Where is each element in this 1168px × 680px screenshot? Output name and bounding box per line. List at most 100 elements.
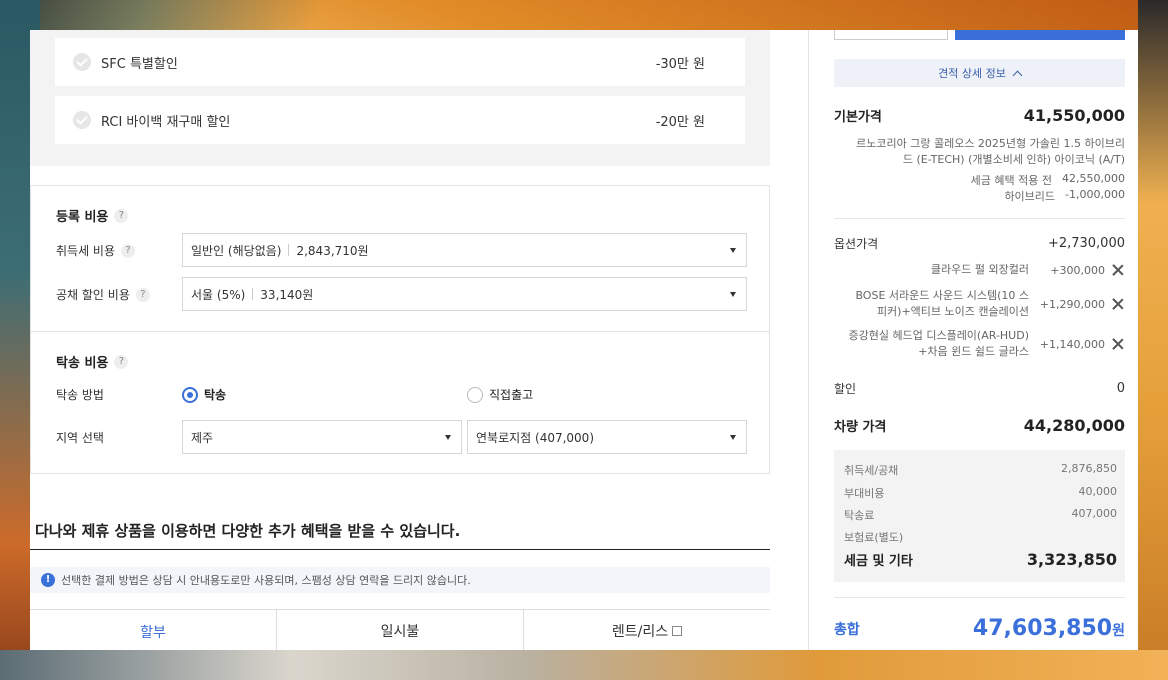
option-price-value: +2,730,000 (1047, 236, 1125, 251)
check-icon[interactable] (73, 53, 91, 71)
tax-row: 취득세/공채 2,876,850 (844, 462, 1117, 478)
discount-row: 할인 0 (834, 380, 1125, 397)
tax-total-row: 세금 및 기타 3,323,850 (844, 550, 1117, 569)
section-title-text: 탁송 비용 (56, 356, 109, 371)
section-title-text: 등록 비용 (56, 210, 109, 225)
select-value: 연북로지점 (407,000) (476, 430, 595, 445)
background-right-edge (1138, 0, 1168, 680)
option-name-line: BOSE 서라운드 사운드 시스템(10 스 (855, 289, 1029, 302)
detail-toggle[interactable]: 견적 상세 정보 (834, 59, 1125, 87)
divider (252, 288, 254, 300)
discount-item-sfc[interactable]: SFC 특별할인 -30만 원 (55, 38, 745, 86)
radio-pickup[interactable]: 직접출고 (467, 386, 533, 403)
delivery-title: 탁송 비용 ? (56, 352, 129, 371)
discount-item-rci[interactable]: RCI 바이백 재구매 할인 -20만 원 (55, 96, 745, 144)
base-price-label: 기본가격 (834, 110, 882, 125)
option-price-label: 옵션가격 (834, 237, 879, 251)
region-select[interactable]: 제주 (182, 420, 462, 454)
quote-summary: 견적 상세 정보 기본가격 41,550,000 르노코리아 그랑 콜레오스 2… (834, 30, 1125, 650)
tax-breakdown: 취득세/공채 2,876,850 부대비용 40,000 탁송료 407,000… (834, 450, 1125, 582)
hybrid-value: -1,000,000 (1065, 188, 1125, 201)
acq-tax-label: 취득세 비용 ? (56, 242, 136, 259)
tax-row: 탁송료 407,000 (844, 507, 1117, 523)
help-icon[interactable]: ? (121, 243, 136, 258)
hybrid-row: 하이브리드 -1,000,000 (1004, 188, 1125, 204)
tax-row: 부대비용 40,000 (844, 485, 1117, 501)
bond-select[interactable]: 서울 (5%) 33,140원 (182, 277, 747, 311)
secondary-button[interactable] (834, 30, 948, 40)
partner-heading: 다나와 제휴 상품을 이용하면 다양한 추가 혜택을 받을 수 있습니다. (35, 522, 461, 540)
heading-divider (30, 549, 770, 550)
option-name-line: 피커)+액티브 노이즈 캔슬레이션 (876, 305, 1029, 318)
help-icon[interactable]: ? (135, 287, 150, 302)
radio-label: 직접출고 (489, 388, 534, 402)
options-column: SFC 특별할인 -30만 원 RCI 바이백 재구매 할인 -20만 원 등록… (30, 30, 770, 650)
radio-icon[interactable] (467, 386, 483, 403)
option-item: BOSE 서라운드 사운드 시스템(10 스 피커)+액티브 노이즈 캔슬레이션… (834, 288, 1125, 320)
tab-lump-sum[interactable]: 일시불 (276, 610, 523, 650)
discount-amount: -30만 원 (655, 56, 705, 72)
option-name-line: +차음 윈드 쉴드 글라스 (918, 345, 1029, 358)
option-name: 증강현실 헤드업 디스플레이(AR-HUD) +차음 윈드 쉴드 글라스 (849, 328, 1030, 360)
tab-rent-lease[interactable]: 렌트/리스 (523, 610, 770, 650)
tax-label: 부대비용 (844, 487, 885, 500)
base-price-row: 기본가격 41,550,000 (834, 106, 1125, 125)
tax-value: 407,000 (1071, 507, 1118, 520)
divider (834, 218, 1125, 219)
check-icon[interactable] (73, 111, 91, 129)
remove-icon[interactable] (1111, 263, 1125, 277)
help-icon[interactable]: ? (114, 354, 129, 369)
discount-label: RCI 바이백 재구매 할인 (101, 114, 231, 130)
radio-label: 탁송 (204, 388, 227, 402)
option-price: +1,290,000 (1039, 297, 1105, 311)
caret-down-icon (445, 435, 451, 440)
radio-icon[interactable] (182, 386, 198, 403)
option-price: +1,140,000 (1039, 337, 1105, 351)
help-icon[interactable]: ? (114, 208, 129, 223)
pre-tax-row: 세금 혜택 적용 전 42,550,000 (971, 172, 1125, 188)
car-price-value: 44,280,000 (1023, 416, 1125, 435)
tax-label: 탁송료 (844, 509, 875, 522)
label-text: 공채 할인 비용 (56, 288, 130, 302)
tax-row: 보험료(별도) (844, 529, 1117, 545)
remove-icon[interactable] (1111, 297, 1125, 311)
select-amount: 33,140원 (260, 287, 314, 302)
caret-down-icon (730, 248, 736, 253)
base-price-value: 41,550,000 (1023, 106, 1125, 125)
external-link-icon (672, 626, 683, 636)
divider (288, 244, 290, 256)
background-bottom-edge (0, 650, 1168, 680)
tax-value: 40,000 (1078, 485, 1118, 498)
caret-down-icon (730, 292, 736, 297)
tax-label: 보험료(별도) (844, 531, 904, 544)
remove-icon[interactable] (1111, 337, 1125, 351)
select-value: 서울 (5%) (191, 287, 246, 302)
grand-total-label: 총합 (834, 621, 860, 638)
option-name: BOSE 서라운드 사운드 시스템(10 스 피커)+액티브 노이즈 캔슬레이션 (855, 288, 1029, 320)
chevron-up-icon (1012, 70, 1023, 80)
tab-label: 할부 (140, 625, 166, 641)
discount-amount: -20만 원 (655, 114, 705, 130)
divider (834, 597, 1125, 598)
select-value: 일반인 (해당없음) (191, 243, 282, 258)
select-value: 제주 (191, 430, 214, 445)
select-amount: 2,843,710원 (296, 243, 369, 258)
branch-select[interactable]: 연북로지점 (407,000) (467, 420, 747, 454)
pre-tax-label: 세금 혜택 적용 전 (970, 174, 1053, 187)
tab-installment[interactable]: 할부 (30, 610, 276, 650)
quote-panel: SFC 특별할인 -30만 원 RCI 바이백 재구매 할인 -20만 원 등록… (30, 30, 1138, 650)
radio-delivery[interactable]: 탁송 (182, 386, 226, 403)
primary-button[interactable] (955, 30, 1125, 40)
option-name-line: 클라우드 펄 외장컬러 (930, 263, 1029, 276)
tax-label: 취득세/공채 (844, 464, 899, 477)
payment-notice: ! 선택한 결제 방법은 상담 시 안내용도로만 사용되며, 스팸성 상담 연락… (30, 567, 770, 593)
bond-label: 공채 할인 비용 ? (56, 286, 150, 303)
registration-section: 등록 비용 ? 취득세 비용 ? 일반인 (해당없음) 2,843,710원 공… (30, 185, 770, 332)
discount-label: SFC 특별할인 (101, 56, 178, 72)
option-name-line: 증강현실 헤드업 디스플레이(AR-HUD) (848, 329, 1030, 342)
detail-toggle-label: 견적 상세 정보 (938, 67, 1006, 80)
info-icon: ! (41, 573, 55, 587)
acq-tax-select[interactable]: 일반인 (해당없음) 2,843,710원 (182, 233, 747, 267)
caret-down-icon (730, 435, 736, 440)
option-item: 클라우드 펄 외장컬러 +300,000 (834, 262, 1125, 278)
